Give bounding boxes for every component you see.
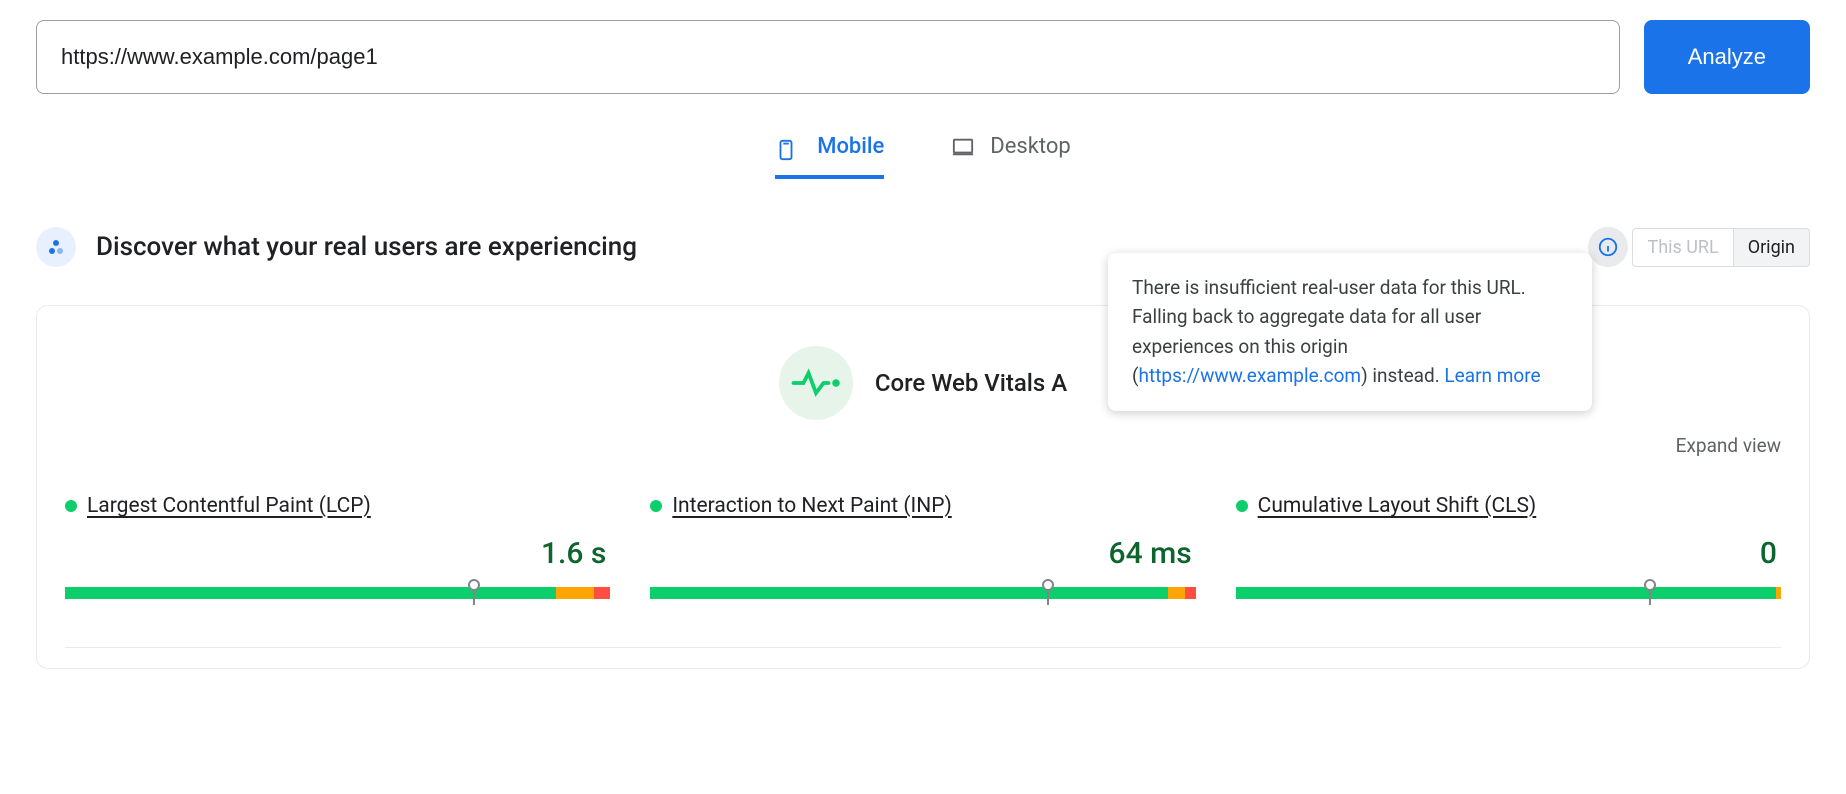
crux-icon [36, 227, 76, 267]
tab-desktop[interactable]: Desktop [948, 134, 1071, 179]
bar-segment [650, 587, 1168, 599]
status-dot-icon [1236, 500, 1248, 512]
section-header: Discover what your real users are experi… [36, 227, 1810, 267]
bar-segment [594, 587, 610, 599]
section-header-left: Discover what your real users are experi… [36, 227, 637, 267]
scope-toggle: This URL Origin [1588, 227, 1810, 267]
analyze-button[interactable]: Analyze [1644, 20, 1810, 94]
percentile-marker-icon [1644, 579, 1656, 591]
tab-desktop-label: Desktop [990, 134, 1071, 159]
bar-segment [1185, 587, 1196, 599]
metric-name[interactable]: Interaction to Next Paint (INP) [672, 494, 951, 518]
percentile-marker-icon [1042, 579, 1054, 591]
cwv-title: Core Web Vitals A [875, 369, 1067, 397]
pulse-icon [779, 346, 853, 420]
metric-title-row: Largest Contentful Paint (LCP) [65, 494, 610, 518]
metric-title-row: Cumulative Layout Shift (CLS) [1236, 494, 1781, 518]
distribution-bar [65, 587, 610, 599]
tooltip-learn-more-link[interactable]: Learn more [1444, 364, 1540, 387]
desktop-icon [948, 136, 976, 158]
divider [65, 647, 1781, 648]
info-icon[interactable] [1588, 227, 1628, 267]
metric-title-row: Interaction to Next Paint (INP) [650, 494, 1195, 518]
device-tabs: Mobile Desktop [36, 134, 1810, 179]
metric: Largest Contentful Paint (LCP) 1.6 s [65, 494, 610, 599]
metric-value: 64 ms [650, 536, 1195, 571]
expand-view-link[interactable]: Expand view [1676, 434, 1781, 457]
distribution-bar [1236, 587, 1781, 599]
bar-segment [1236, 587, 1776, 599]
metrics-row: Largest Contentful Paint (LCP) 1.6 s Inter… [65, 494, 1781, 599]
tab-mobile-label: Mobile [817, 134, 884, 159]
status-dot-icon [650, 500, 662, 512]
info-tooltip: There is insufficient real-user data for… [1108, 253, 1592, 411]
metric-value: 1.6 s [65, 536, 610, 571]
tooltip-origin-link[interactable]: https://www.example.com [1139, 364, 1362, 387]
metric-name[interactable]: Cumulative Layout Shift (CLS) [1258, 494, 1537, 518]
tab-mobile[interactable]: Mobile [775, 134, 884, 179]
bar-segment [65, 587, 556, 599]
tooltip-text-after: ) instead. [1361, 364, 1444, 387]
bar-segment [1776, 587, 1781, 599]
distribution-bar [650, 587, 1195, 599]
bar-segment [1168, 587, 1184, 599]
scope-origin[interactable]: Origin [1734, 228, 1810, 267]
mobile-icon [775, 136, 803, 158]
metric-value: 0 [1236, 536, 1781, 571]
section-title: Discover what your real users are experi… [96, 232, 637, 262]
url-input[interactable] [36, 20, 1620, 94]
scope-this-url: This URL [1632, 228, 1733, 267]
percentile-marker-icon [468, 579, 480, 591]
metric-name[interactable]: Largest Contentful Paint (LCP) [87, 494, 371, 518]
url-bar: Analyze [36, 20, 1810, 94]
metric: Cumulative Layout Shift (CLS) 0 [1236, 494, 1781, 599]
bar-segment [556, 587, 594, 599]
status-dot-icon [65, 500, 77, 512]
metric: Interaction to Next Paint (INP) 64 ms [650, 494, 1195, 599]
